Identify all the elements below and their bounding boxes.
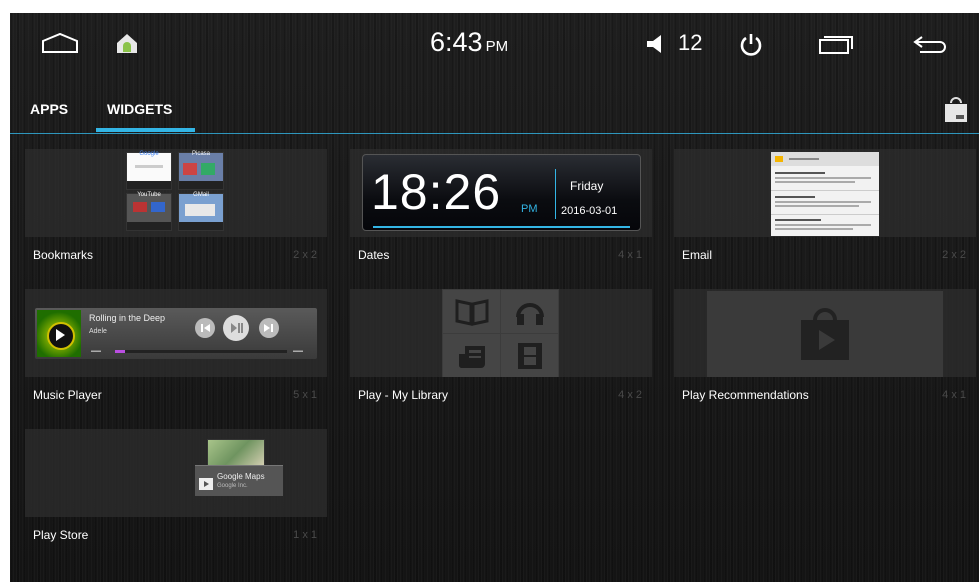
widget-preview	[674, 289, 976, 377]
music-player-preview: Rolling in the Deep Adele ▬▬ ▬▬	[35, 308, 317, 359]
next-icon	[259, 318, 279, 338]
clock-widget-date: 2016-03-01	[561, 205, 618, 217]
widget-size: 1 x 1	[293, 529, 317, 541]
newspaper-icon	[443, 334, 500, 377]
widget-card-bookmarks[interactable]: Google Picasa YouTube GMail Bookmarks 2 …	[25, 149, 327, 277]
play-icon	[56, 329, 65, 341]
status-clock: 6:43 PM	[430, 27, 508, 58]
home-outline-icon[interactable]	[40, 31, 80, 55]
clock-widget-preview: 18:26 PM Friday 2016-03-01	[362, 154, 641, 231]
tab-selected-indicator	[96, 128, 195, 132]
widget-card-play-store[interactable]: Google Maps Google Inc. Play Store 1 x 1	[25, 429, 327, 557]
widget-label: Play - My Library	[358, 388, 449, 402]
tab-divider	[10, 133, 979, 134]
widget-preview: Google Picasa YouTube GMail	[25, 149, 327, 237]
song-artist: Adele	[89, 328, 107, 335]
widget-size: 4 x 1	[942, 389, 966, 401]
clock-widget-time: 18:26	[371, 164, 502, 220]
playback-progress-fill	[115, 350, 126, 353]
store-app-publisher: Google Inc.	[217, 483, 248, 489]
bookmark-title: GMail	[193, 192, 209, 198]
previous-icon	[195, 318, 215, 338]
widget-card-email[interactable]: Email 2 x 2	[674, 149, 976, 277]
album-art	[37, 310, 81, 357]
play-store-icon	[199, 478, 213, 490]
playback-progress	[115, 350, 287, 353]
widget-label: Dates	[358, 248, 390, 262]
widget-preview	[674, 149, 976, 237]
bookmark-title: Google	[139, 151, 159, 157]
clock-widget-day: Friday	[570, 179, 604, 193]
widget-card-dates[interactable]: 18:26 PM Friday 2016-03-01 Dates 4 x 1	[350, 149, 652, 277]
widget-preview: 18:26 PM Friday 2016-03-01	[350, 149, 652, 237]
film-icon	[501, 334, 558, 377]
power-icon[interactable]	[738, 31, 764, 57]
widget-label: Email	[682, 248, 713, 262]
widget-size: 2 x 2	[942, 249, 966, 261]
bookmarks-preview: Google Picasa YouTube GMail	[126, 151, 226, 232]
volume-level: 12	[678, 30, 703, 55]
song-title: Rolling in the Deep	[89, 313, 166, 323]
widget-card-music-player[interactable]: Rolling in the Deep Adele ▬▬ ▬▬ Music Pl…	[25, 289, 327, 417]
clock-widget-ampm: PM	[521, 203, 538, 215]
bookmark-thumbnail: Google	[126, 151, 172, 190]
library-preview	[442, 289, 559, 377]
shopping-bag-icon[interactable]	[943, 95, 969, 123]
widget-label: Bookmarks	[33, 248, 94, 262]
clock-widget-separator	[555, 169, 556, 219]
back-icon[interactable]	[912, 33, 948, 55]
tab-apps[interactable]: APPS	[30, 101, 68, 117]
widget-size: 4 x 2	[618, 389, 642, 401]
store-app-title: Google Maps	[217, 472, 265, 481]
widget-size: 5 x 1	[293, 389, 317, 401]
bookmark-thumbnail: YouTube	[126, 192, 172, 231]
widget-preview: Rolling in the Deep Adele ▬▬ ▬▬	[25, 289, 327, 377]
elapsed-time-indicator: ▬▬	[91, 348, 101, 354]
bookmark-title: YouTube	[137, 192, 161, 198]
clock-widget-accent	[373, 226, 630, 228]
recent-apps-icon[interactable]	[818, 33, 854, 55]
clock-time: 6:43	[430, 27, 483, 57]
widget-label: Music Player	[33, 388, 102, 402]
widget-label: Play Recommendations	[682, 388, 809, 402]
android-screen: 6:43 PM 12 APPS WIDGETS Google Picasa Yo…	[10, 13, 979, 582]
widget-preview	[350, 289, 652, 377]
widget-size: 2 x 2	[293, 249, 317, 261]
book-icon	[443, 290, 500, 333]
email-preview	[771, 152, 879, 236]
volume-icon[interactable]	[644, 31, 670, 57]
widget-card-play-recommendations[interactable]: Play Recommendations 4 x 1	[674, 289, 976, 417]
play-store-bag-icon	[801, 308, 849, 360]
headphones-icon	[501, 290, 558, 333]
widget-label: Play Store	[33, 528, 89, 542]
widget-size: 4 x 1	[618, 249, 642, 261]
total-time-indicator: ▬▬	[293, 348, 303, 354]
status-bar: 6:43 PM 12	[10, 13, 979, 73]
clock-ampm: PM	[485, 38, 509, 55]
bookmark-thumbnail: GMail	[178, 192, 224, 231]
bookmark-title: Picasa	[191, 151, 210, 157]
store-app-preview: Google Maps Google Inc.	[195, 439, 283, 499]
bookmark-thumbnail: Picasa	[178, 151, 224, 190]
tab-widgets[interactable]: WIDGETS	[107, 101, 172, 117]
widget-card-play-my-library[interactable]: Play - My Library 4 x 2	[350, 289, 652, 417]
email-preview-header	[771, 152, 879, 166]
widget-preview: Google Maps Google Inc.	[25, 429, 327, 517]
recommendations-preview	[707, 291, 943, 377]
android-home-icon[interactable]	[114, 30, 140, 56]
store-app-card: Google Maps Google Inc.	[195, 465, 283, 496]
play-pause-icon	[223, 315, 249, 341]
